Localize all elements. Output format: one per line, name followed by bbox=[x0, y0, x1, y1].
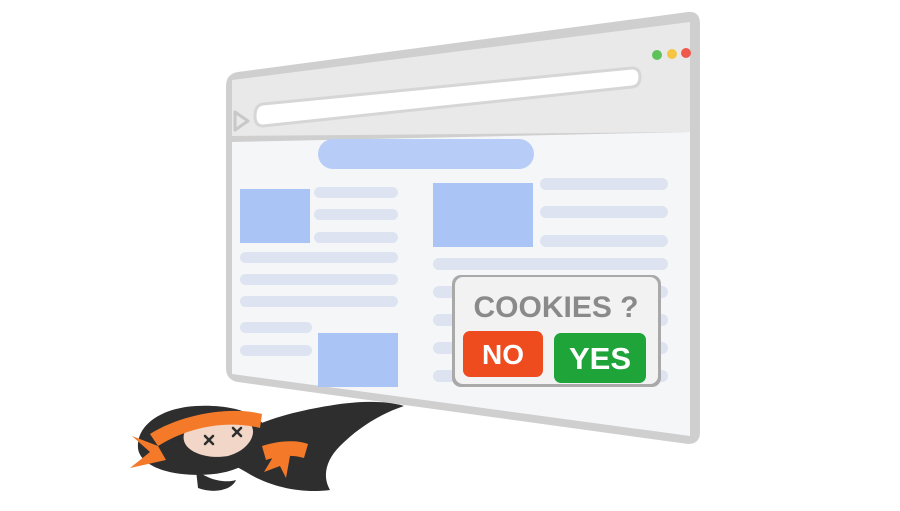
text-line bbox=[433, 258, 668, 270]
illustration-stage: COOKIES ? NO YES bbox=[0, 0, 900, 506]
cookie-illustration: COOKIES ? NO YES bbox=[130, 11, 700, 492]
cookie-dialog-title: COOKIES ? bbox=[473, 291, 638, 324]
text-line bbox=[240, 322, 312, 333]
text-line bbox=[240, 274, 398, 285]
knocked-out-ninja-icon bbox=[130, 401, 404, 492]
text-line bbox=[540, 235, 668, 247]
window-control-yellow-icon[interactable] bbox=[667, 49, 677, 59]
text-line bbox=[540, 178, 668, 190]
yes-button[interactable]: YES bbox=[554, 333, 646, 383]
image-placeholder bbox=[318, 333, 398, 387]
text-line bbox=[240, 252, 398, 263]
text-line bbox=[540, 206, 668, 218]
window-control-red-icon[interactable] bbox=[681, 48, 691, 58]
window-control-green-icon[interactable] bbox=[652, 50, 662, 60]
no-button[interactable]: NO bbox=[463, 331, 543, 377]
text-line bbox=[240, 345, 312, 356]
image-placeholder bbox=[433, 183, 533, 247]
text-line bbox=[314, 187, 398, 198]
page-title-placeholder bbox=[318, 139, 534, 169]
text-line bbox=[240, 296, 398, 307]
yes-button-label: YES bbox=[569, 341, 631, 376]
image-placeholder bbox=[240, 189, 310, 243]
text-line bbox=[314, 209, 398, 220]
text-line bbox=[314, 232, 398, 243]
cookie-dialog: COOKIES ? NO YES bbox=[452, 275, 661, 387]
no-button-label: NO bbox=[482, 339, 524, 370]
